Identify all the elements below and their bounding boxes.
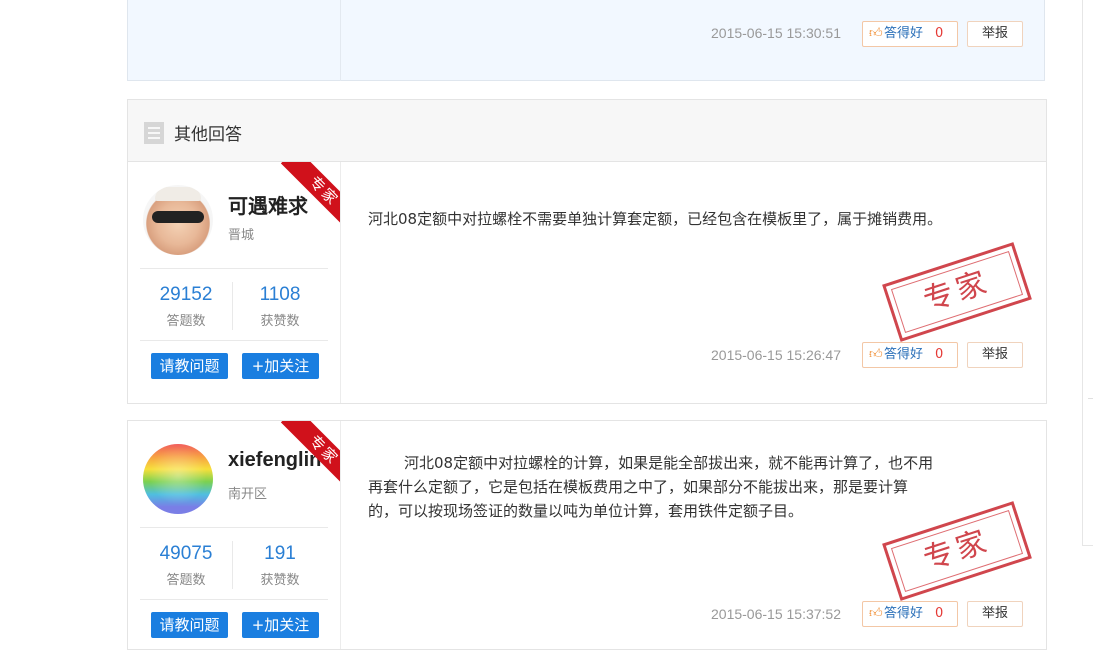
user-location: 南开区 [228,487,268,502]
answer-count-label: 答题数 [166,573,206,588]
like-total-label: 获赞数 [260,573,300,588]
ask-question-button[interactable]: 请教问题 [151,353,228,379]
answer-text: 河北08定额中对拉螺栓不需要单独计算套定额，已经包含在模板里了，属于摊销费用。 [368,210,943,228]
like-count: 0 [935,26,944,41]
stat-divider [232,282,233,330]
best-answer-card: 2015-06-15 15:30:51 👍︎ 答得好 0 举报 [127,0,1045,81]
answer-count: 29152 [159,284,213,305]
expert-ribbon: 专家 [278,162,340,226]
expert-ribbon: 专家 [278,421,340,485]
answer-count-stat: 49075 答题数 [140,543,232,588]
scrollbar-track[interactable] [1082,0,1093,546]
answer-user-panel: 可遇难求 晋城 专家 29152 答题数 1108 获赞数 请教问题 +加关注 [128,162,341,403]
answer-count-stat: 29152 答题数 [140,284,232,329]
like-count: 0 [935,347,944,362]
divider [140,527,328,528]
section-title: 其他回答 [174,125,242,145]
thumbs-up-icon: 👍︎ [869,347,883,362]
answer-count-label: 答题数 [166,314,206,329]
answer-card: 可遇难求 晋城 专家 29152 答题数 1108 获赞数 请教问题 +加关注 … [127,162,1047,404]
answer-user-panel: xiefenglin 南开区 专家 49075 答题数 191 获赞数 请教问题… [128,421,341,649]
avatar[interactable] [143,444,213,514]
answer-time: 2015-06-15 15:30:51 [711,25,841,41]
other-answers-header: 其他回答 [127,99,1047,162]
like-total-label: 获赞数 [260,314,300,329]
expert-stamp: 专家 [882,242,1032,342]
like-button[interactable]: 👍︎ 答得好 0 [862,21,958,47]
like-label: 答得好 [884,606,924,621]
divider [140,268,328,269]
list-icon [144,122,164,144]
answer-line: 的，可以按现场签证的数量以吨为单位计算，套用铁件定额子目。 [368,502,804,520]
answer-time: 2015-06-15 15:26:47 [711,347,841,363]
thumbs-up-icon: 👍︎ [869,606,883,621]
like-button[interactable]: 👍︎ 答得好 0 [862,601,958,627]
follow-button[interactable]: +加关注 [242,353,319,379]
answer-line: 再套什么定额了，它是包括在模板费用之中了，如果部分不能拔出来，那是要计算 [368,478,909,496]
expert-badge: 专家 [280,421,340,485]
divider [140,599,328,600]
like-total: 1108 [259,284,301,305]
column-divider [340,0,341,81]
report-button[interactable]: 举报 [967,21,1023,47]
report-button[interactable]: 举报 [967,342,1023,368]
answer-count: 49075 [159,543,213,564]
thumbs-up-icon: 👍︎ [869,26,883,41]
answer-text: 河北08定额中对拉螺栓的计算，如果是能全部拔出来，就不能再计算了，也不用 再套什… [368,451,933,523]
like-count: 0 [935,606,944,621]
like-label: 答得好 [884,347,924,362]
like-count-stat: 1108 获赞数 [234,284,326,329]
answer-card: xiefenglin 南开区 专家 49075 答题数 191 获赞数 请教问题… [127,420,1047,650]
like-button[interactable]: 👍︎ 答得好 0 [862,342,958,368]
user-location: 晋城 [228,228,255,243]
like-label: 答得好 [884,26,924,41]
follow-button[interactable]: +加关注 [242,612,319,638]
stat-divider [232,541,233,589]
avatar[interactable] [143,185,213,255]
answer-line: 河北08定额中对拉螺栓的计算，如果是能全部拔出来，就不能再计算了，也不用 [404,454,934,472]
divider [140,340,328,341]
expert-badge: 专家 [280,162,340,226]
report-button[interactable]: 举报 [967,601,1023,627]
like-count-stat: 191 获赞数 [234,543,326,588]
like-total: 191 [264,543,296,564]
scrollbar-tick [1088,398,1093,399]
answer-time: 2015-06-15 15:37:52 [711,606,841,622]
ask-question-button[interactable]: 请教问题 [151,612,228,638]
